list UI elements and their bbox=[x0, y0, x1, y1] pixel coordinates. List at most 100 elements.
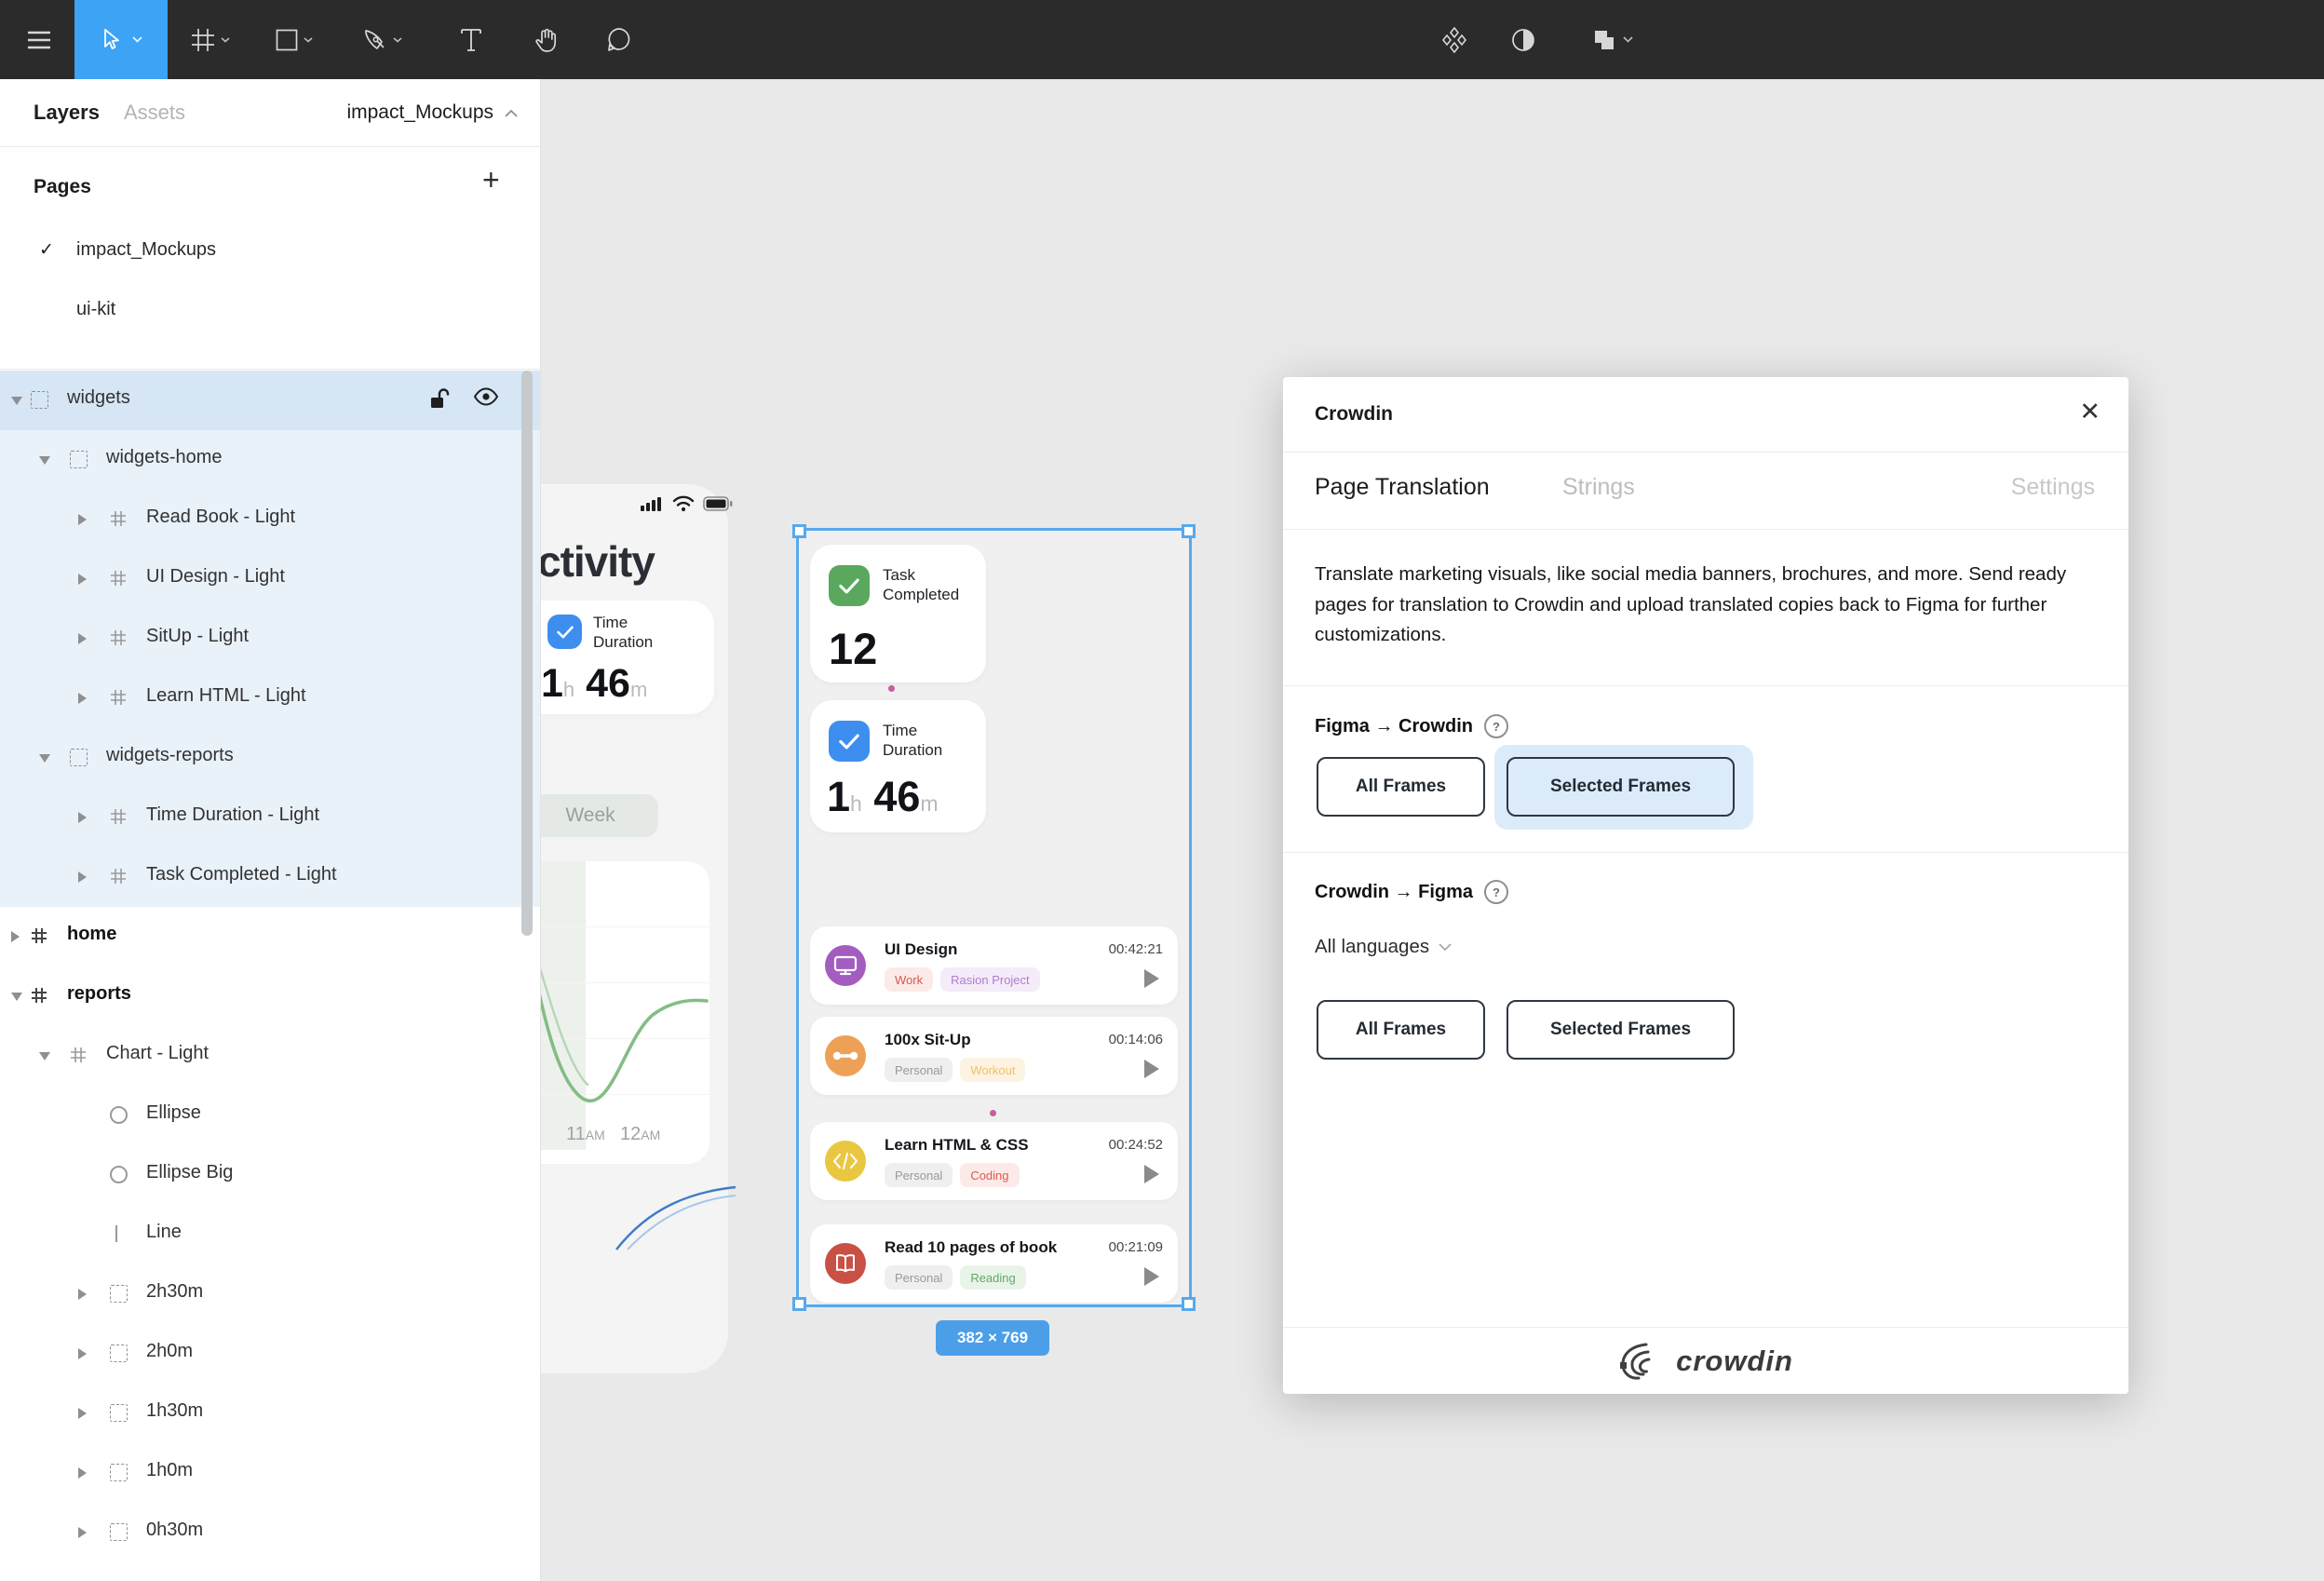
canvas-curve-lines bbox=[615, 1185, 736, 1250]
shape-tool-button[interactable] bbox=[268, 0, 320, 79]
selection-handle-bottom-left[interactable] bbox=[792, 1297, 806, 1311]
expand-arrow-icon[interactable] bbox=[78, 574, 87, 585]
help-icon[interactable]: ? bbox=[1484, 880, 1508, 904]
layer-row-home[interactable]: home bbox=[0, 907, 540, 966]
expand-arrow-icon[interactable] bbox=[78, 1408, 87, 1419]
layer-row-read-book-light[interactable]: Read Book - Light bbox=[0, 490, 540, 549]
visibility-eye-icon[interactable] bbox=[473, 387, 499, 416]
boolean-ops-button[interactable] bbox=[1583, 0, 1642, 79]
figma-to-crowdin-all-frames-button[interactable]: All Frames bbox=[1317, 757, 1485, 817]
task-completed-card: Task Completed 12 bbox=[810, 545, 986, 682]
layer-row-widgets-reports[interactable]: widgets-reports bbox=[0, 728, 540, 788]
crowdin-to-figma-selected-frames-button[interactable]: Selected Frames bbox=[1507, 1000, 1735, 1060]
tab-layers[interactable]: Layers bbox=[34, 101, 100, 125]
check-icon: ✓ bbox=[39, 240, 54, 260]
layer-row-1h30m[interactable]: 1h30m bbox=[0, 1384, 540, 1443]
component-dot-marker bbox=[888, 685, 895, 692]
expand-arrow-icon[interactable] bbox=[78, 872, 87, 883]
cursor-icon bbox=[103, 28, 119, 49]
layers-tree: widgets widgets-home Read Book - Light UI D… bbox=[0, 371, 540, 1562]
top-toolbar bbox=[0, 0, 2324, 79]
collapse-arrow-icon[interactable] bbox=[11, 993, 22, 1001]
figma-to-crowdin-selected-frames-button[interactable]: Selected Frames bbox=[1507, 757, 1735, 817]
tab-strings[interactable]: Strings bbox=[1562, 474, 1635, 501]
frame-icon bbox=[31, 927, 47, 949]
layer-row-line[interactable]: Line bbox=[0, 1205, 540, 1264]
layer-row-2h0m[interactable]: 2h0m bbox=[0, 1324, 540, 1384]
collapse-arrow-icon[interactable] bbox=[39, 1052, 50, 1061]
frame-tool-button[interactable] bbox=[184, 0, 236, 79]
expand-arrow-icon[interactable] bbox=[78, 1467, 87, 1479]
layer-row-widgets-home[interactable]: widgets-home bbox=[0, 430, 540, 490]
layer-row-widgets[interactable]: widgets bbox=[0, 371, 540, 430]
help-icon[interactable]: ? bbox=[1484, 714, 1508, 738]
unlock-icon[interactable] bbox=[428, 387, 451, 416]
tab-settings[interactable]: Settings bbox=[2011, 474, 2095, 501]
expand-arrow-icon[interactable] bbox=[78, 1348, 87, 1359]
move-tool-button[interactable] bbox=[74, 0, 168, 79]
expand-arrow-icon[interactable] bbox=[78, 812, 87, 823]
section-figma-to-crowdin: Figma → Crowdin ? bbox=[1315, 714, 1508, 738]
layer-row-learn-html-light[interactable]: Learn HTML - Light bbox=[0, 669, 540, 728]
layer-row-2h30m[interactable]: 2h30m bbox=[0, 1264, 540, 1324]
selection-handle-top-left[interactable] bbox=[792, 524, 806, 538]
current-file-name[interactable]: impact_Mockups bbox=[346, 101, 493, 124]
close-icon[interactable]: ✕ bbox=[2079, 399, 2101, 425]
selection-handle-bottom-right[interactable] bbox=[1182, 1297, 1196, 1311]
layer-row-task-completed-light[interactable]: Task Completed - Light bbox=[0, 847, 540, 907]
layer-row-situp-light[interactable]: SitUp - Light bbox=[0, 609, 540, 669]
expand-arrow-icon[interactable] bbox=[78, 693, 87, 704]
collapse-arrow-icon[interactable] bbox=[11, 397, 22, 405]
selection-handle-top-right[interactable] bbox=[1182, 524, 1196, 538]
layer-row-ellipse[interactable]: Ellipse bbox=[0, 1086, 540, 1145]
frame-icon bbox=[110, 689, 127, 710]
layer-row-reports[interactable]: reports bbox=[0, 966, 540, 1026]
expand-arrow-icon[interactable] bbox=[78, 1527, 87, 1538]
layer-label: reports bbox=[67, 983, 131, 1004]
layer-label: widgets-home bbox=[106, 447, 223, 467]
layer-row-ellipse-big[interactable]: Ellipse Big bbox=[0, 1145, 540, 1205]
book-icon bbox=[825, 1243, 866, 1284]
layer-row-time-duration-light[interactable]: Time Duration - Light bbox=[0, 788, 540, 847]
chevron-down-icon bbox=[221, 36, 230, 43]
collapse-arrow-icon[interactable] bbox=[39, 754, 50, 763]
layer-label: Line bbox=[146, 1222, 182, 1242]
layer-label: Time Duration - Light bbox=[146, 804, 319, 825]
comment-tool-button[interactable] bbox=[596, 0, 641, 79]
wifi-icon bbox=[672, 495, 695, 512]
component-button[interactable] bbox=[1434, 0, 1475, 79]
all-languages-dropdown[interactable]: All languages bbox=[1315, 936, 1452, 958]
expand-arrow-icon[interactable] bbox=[78, 514, 87, 525]
expand-arrow-icon[interactable] bbox=[78, 633, 87, 644]
chevron-up-icon[interactable] bbox=[505, 109, 518, 117]
collapse-arrow-icon[interactable] bbox=[39, 456, 50, 465]
layer-label: 2h30m bbox=[146, 1281, 204, 1302]
selected-frame-widgets-reports[interactable]: Task Completed 12 Time Duration 1h 46m U… bbox=[796, 528, 1192, 1307]
crowdin-to-figma-all-frames-button[interactable]: All Frames bbox=[1317, 1000, 1485, 1060]
frame-icon bbox=[192, 28, 214, 51]
text-tool-button[interactable] bbox=[451, 0, 492, 79]
page-item-ui-kit[interactable]: ui-kit bbox=[0, 288, 540, 332]
task-title: 100x Sit-Up bbox=[885, 1031, 971, 1048]
layer-row-chart-light[interactable]: Chart - Light bbox=[0, 1026, 540, 1086]
chevron-down-icon bbox=[304, 36, 313, 43]
add-page-button[interactable]: + bbox=[482, 165, 500, 195]
layer-row-0h30m[interactable]: 0h30m bbox=[0, 1503, 540, 1562]
tab-page-translation[interactable]: Page Translation bbox=[1315, 474, 1490, 501]
pen-tool-button[interactable] bbox=[354, 0, 410, 79]
layer-row-ui-design-light[interactable]: UI Design - Light bbox=[0, 549, 540, 609]
pages-section-title: Pages bbox=[34, 176, 91, 197]
expand-arrow-icon[interactable] bbox=[11, 931, 20, 942]
layer-row-1h0m[interactable]: 1h0m bbox=[0, 1443, 540, 1503]
expand-arrow-icon[interactable] bbox=[78, 1289, 87, 1300]
week-pill[interactable]: Week bbox=[522, 794, 658, 837]
hand-icon bbox=[535, 28, 557, 52]
mask-button[interactable] bbox=[1503, 0, 1544, 79]
main-menu-button[interactable] bbox=[20, 0, 58, 79]
tab-assets[interactable]: Assets bbox=[124, 101, 185, 125]
hand-tool-button[interactable] bbox=[523, 0, 568, 79]
panel-scrollbar[interactable] bbox=[521, 371, 533, 936]
task-title: Learn HTML & CSS bbox=[885, 1136, 1029, 1154]
card-label: Time Duration bbox=[883, 722, 943, 759]
page-item-impact-mockups[interactable]: ✓ impact_Mockups bbox=[0, 228, 540, 273]
